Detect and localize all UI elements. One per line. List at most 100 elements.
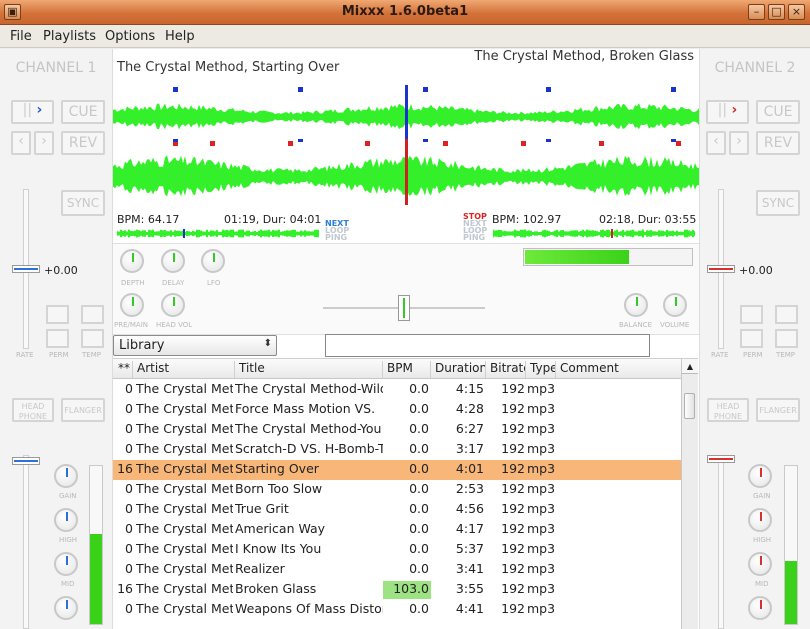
beat-marker <box>671 87 676 92</box>
cell-type: mp3 <box>527 541 556 556</box>
mid-knob-1[interactable] <box>54 552 78 576</box>
perm-down-button-1[interactable] <box>46 329 69 348</box>
cue-button-2[interactable]: CUE <box>756 100 800 124</box>
col-header-score[interactable]: ** <box>113 361 133 378</box>
head-vol-knob[interactable] <box>161 293 185 317</box>
minimize-icon[interactable]: – <box>748 4 765 20</box>
cell-bitrate: 192 <box>501 401 525 416</box>
col-header-type[interactable]: Type <box>526 361 556 378</box>
temp-down-button-1[interactable] <box>81 329 104 348</box>
maximize-icon[interactable]: □ <box>768 4 785 20</box>
forward-button-1[interactable]: › <box>34 131 54 155</box>
rev-button-1[interactable]: REV <box>61 131 105 155</box>
col-header-bpm[interactable]: BPM <box>383 361 431 378</box>
play-pause-button-2[interactable]: || › <box>706 100 749 124</box>
volume-slider-thumb-1[interactable] <box>12 457 40 465</box>
depth-knob[interactable] <box>120 249 144 273</box>
flanger-button-1[interactable]: FLANGER <box>61 398 105 422</box>
perm-up-button-2[interactable] <box>740 305 763 324</box>
cell-type: mp3 <box>527 601 556 616</box>
high-knob-2[interactable] <box>748 508 772 532</box>
sync-button-2[interactable]: SYNC <box>756 190 800 216</box>
cell-score: 0 <box>125 441 133 456</box>
temp-down-button-2[interactable] <box>775 329 798 348</box>
library-scrollbar[interactable]: ▲ <box>681 359 698 629</box>
table-row[interactable]: 0The Crystal MethodI Know Its You 0.0 5:37… <box>113 540 681 560</box>
perm-down-button-2[interactable] <box>740 329 763 348</box>
menu-playlists[interactable]: Playlists <box>43 29 96 44</box>
table-row[interactable]: 0The Crystal MethodScratch-D VS. H-Bomb-… <box>113 440 681 460</box>
deck-1-time: 01:19, Dur: 04:01 <box>224 213 322 226</box>
col-header-duration[interactable]: Duration <box>431 361 486 378</box>
close-icon[interactable]: × <box>788 4 805 20</box>
menu-help[interactable]: Help <box>165 29 195 44</box>
crossfader-thumb[interactable] <box>398 295 410 321</box>
flanger-button-2[interactable]: FLANGER <box>756 398 800 422</box>
table-row[interactable]: 0The Crystal MethodRealizer 0.0 3:41 192mp3 <box>113 560 681 580</box>
pitch-slider-thumb-2[interactable] <box>707 265 735 273</box>
col-header-bitrate[interactable]: Bitrate <box>486 361 526 378</box>
volume-slider-track-1[interactable] <box>23 455 29 629</box>
lfo-knob[interactable] <box>201 249 225 273</box>
rev-button-2[interactable]: REV <box>756 131 800 155</box>
table-row[interactable]: 0The Crystal MethodTrue Grit 0.0 4:56 192mp… <box>113 500 681 520</box>
play-pause-button-1[interactable]: || › <box>11 100 54 124</box>
volume-knob[interactable] <box>663 293 687 317</box>
playhead-marker <box>405 139 408 205</box>
cell-score: 0 <box>125 601 133 616</box>
table-row[interactable]: 0The Crystal MethodWeapons Of Mass Disto… <box>113 600 681 620</box>
deck-2-bpm: BPM: 102.97 <box>492 213 562 226</box>
balance-knob[interactable] <box>624 293 648 317</box>
cue-button-1[interactable]: CUE <box>61 100 105 124</box>
table-row[interactable]: 0The Crystal MethodThe Crystal Method-Wi… <box>113 380 681 400</box>
deck-2-overview[interactable] <box>493 229 695 238</box>
low-knob-1[interactable] <box>54 596 78 620</box>
delay-knob[interactable] <box>161 249 185 273</box>
back-button-2[interactable]: ‹ <box>706 131 726 155</box>
pitch-slider-thumb-1[interactable] <box>12 265 40 273</box>
col-header-title[interactable]: Title <box>235 361 383 378</box>
menu-options[interactable]: Options <box>105 29 155 44</box>
sync-button-1[interactable]: SYNC <box>61 190 105 216</box>
table-row[interactable]: 16The Crystal MethodBroken Glass 103.0 3:5… <box>113 580 681 600</box>
overview-playhead <box>183 229 185 238</box>
headphone-button-1[interactable]: HEAD PHONE <box>12 398 54 422</box>
gain-knob-1[interactable] <box>54 464 78 488</box>
temp-up-button-1[interactable] <box>81 305 104 324</box>
low-knob-2[interactable] <box>748 596 772 620</box>
scrollbar-thumb[interactable] <box>684 393 695 419</box>
headphone-button-2[interactable]: HEAD PHONE <box>707 398 749 422</box>
volume-slider-thumb-2[interactable] <box>707 455 735 463</box>
scroll-up-icon[interactable]: ▲ <box>682 359 698 374</box>
col-header-comment[interactable]: Comment <box>556 361 681 378</box>
library-source-select[interactable]: Library ⬍ <box>113 335 277 356</box>
mid-knob-2[interactable] <box>748 552 772 576</box>
deck-1-ping-mode[interactable]: PING <box>325 234 347 242</box>
library-search-input[interactable] <box>325 334 650 357</box>
table-row[interactable]: 0The Crystal MethodBorn Too Slow 0.0 2:53 1… <box>113 480 681 500</box>
table-row[interactable]: 0The Crystal MethodForce Mass Motion VS.… <box>113 400 681 420</box>
deck-2-ping-mode[interactable]: PING <box>463 234 485 242</box>
perm-up-button-1[interactable] <box>46 305 69 324</box>
gain-label-2: GAIN <box>753 492 771 500</box>
high-knob-1[interactable] <box>54 508 78 532</box>
deck-2-waveform[interactable] <box>113 139 699 205</box>
cell-artist: The Crystal Method <box>136 521 233 536</box>
table-row[interactable]: 0The Crystal MethodAmerican Way 0.0 4:17 19… <box>113 520 681 540</box>
cell-type: mp3 <box>527 421 556 436</box>
title-bar[interactable]: ▣ Mixxx 1.6.0beta1 – □ × <box>0 0 810 25</box>
deck-1-overview[interactable] <box>117 229 319 238</box>
deck-1-bpm: BPM: 64.17 <box>117 213 180 226</box>
table-row[interactable]: 0The Crystal MethodThe Crystal Method-Yo… <box>113 420 681 440</box>
menu-file[interactable]: File <box>10 29 32 44</box>
pre-main-knob[interactable] <box>120 293 144 317</box>
forward-button-2[interactable]: › <box>729 131 749 155</box>
gain-knob-2[interactable] <box>748 464 772 488</box>
deck-1-waveform[interactable] <box>113 85 699 139</box>
temp-up-button-2[interactable] <box>775 305 798 324</box>
volume-slider-track-2[interactable] <box>718 455 724 629</box>
cell-bitrate: 192 <box>501 421 525 436</box>
back-button-1[interactable]: ‹ <box>11 131 31 155</box>
table-row[interactable]: 16The Crystal MethodStarting Over 0.0 4:01… <box>113 460 681 480</box>
col-header-artist[interactable]: Artist <box>133 361 235 378</box>
